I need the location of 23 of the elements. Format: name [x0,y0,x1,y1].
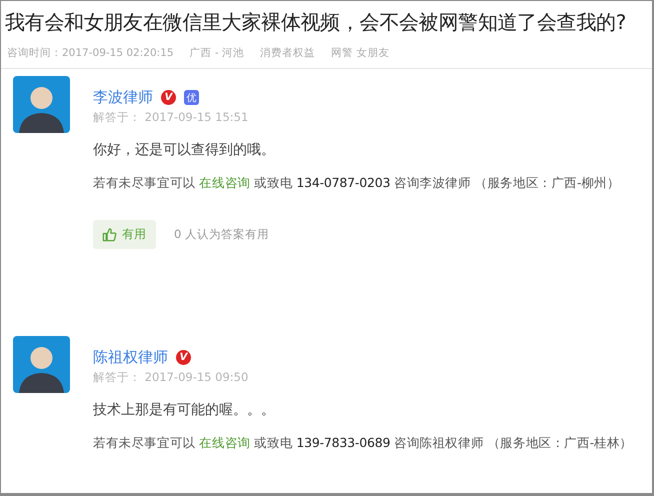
lawyer-name[interactable]: 李波律师 [93,88,153,107]
lawyer-name[interactable]: 陈祖权律师 [93,348,168,367]
useful-button[interactable]: 有用 [93,220,156,249]
online-consult-link[interactable]: 在线咨询 [199,435,250,450]
useful-count: 0 人认为答案有用 [174,227,269,242]
question-meta: 咨询时间：2017-09-15 02:20:15 [7,46,174,60]
verified-badge: V [161,90,176,105]
thumbs-up-icon [102,227,117,242]
answer-text: 你好，还是可以查得到的哦。 [93,141,276,159]
question-title: 我有会和女朋友在微信里大家裸体视频，会不会被网警知道了会查我的? [5,9,628,36]
question-meta: 网警 女朋友 [331,46,390,60]
verified-badge: V [176,350,191,365]
question-meta: 广西 - 河池 [190,46,244,60]
answer-time: 解答于： 2017-09-15 15:51 [93,110,250,125]
excellent-badge: 优 [184,90,199,105]
online-consult-link[interactable]: 在线咨询 [199,175,250,190]
answer-time: 解答于： 2017-09-15 09:50 [93,370,250,385]
answer-text: 技术上那是有可能的喔。。。 [93,401,276,419]
contact-line: 若有未尽事宜可以 在线咨询 或致电 139-7833-0689 咨询陈祖权律师 （服务地区：广西-桂林） [93,435,634,452]
question-meta: 消费者权益 [260,46,315,60]
avatar-placeholder [13,76,70,133]
contact-line: 若有未尽事宜可以 在线咨询 或致电 134-0787-0203 咨询李波律师 （服务地区：广西-柳州） [93,175,621,192]
avatar-placeholder [13,336,70,393]
